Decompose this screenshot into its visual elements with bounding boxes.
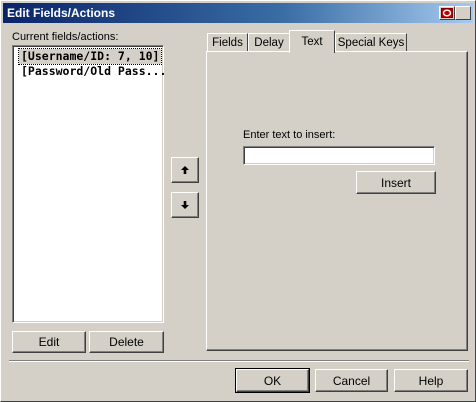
fields-actions-list[interactable]: [Username/ID: 7, 10] [Password/Old Pass.…: [12, 45, 166, 323]
title-bar[interactable]: Edit Fields/Actions: [3, 3, 473, 23]
help-button[interactable]: Help: [394, 369, 468, 392]
close-button[interactable]: [439, 6, 455, 20]
move-down-button[interactable]: [171, 192, 199, 218]
tab-special-keys[interactable]: Special Keys: [335, 33, 407, 52]
arrow-up-icon: [181, 166, 189, 174]
arrow-down-icon: [181, 201, 189, 209]
insert-text-label: Enter text to insert:: [243, 129, 336, 141]
cancel-button[interactable]: Cancel: [315, 369, 388, 392]
list-item[interactable]: [Username/ID: 7, 10]: [17, 48, 163, 65]
edit-button[interactable]: Edit: [12, 331, 86, 353]
tab-delay[interactable]: Delay: [248, 33, 290, 52]
tab-text[interactable]: Text: [289, 30, 335, 53]
ok-button[interactable]: OK: [235, 368, 310, 393]
window-title: Edit Fields/Actions: [7, 6, 116, 20]
move-up-button[interactable]: [171, 157, 199, 183]
text-tab-panel: Enter text to insert: Insert: [206, 51, 468, 351]
list-item[interactable]: [Password/Old Pass...: [19, 64, 168, 79]
fields-list-label: Current fields/actions:: [12, 31, 119, 43]
insert-button[interactable]: Insert: [356, 171, 436, 194]
title-help-button[interactable]: [455, 6, 471, 20]
footer-separator: [9, 360, 469, 362]
edit-fields-dialog: Edit Fields/Actions Current fields/actio…: [0, 0, 476, 402]
tab-fields[interactable]: Fields: [207, 33, 248, 52]
insert-text-input[interactable]: [243, 146, 435, 165]
close-icon: [441, 8, 453, 18]
delete-button[interactable]: Delete: [89, 331, 164, 353]
